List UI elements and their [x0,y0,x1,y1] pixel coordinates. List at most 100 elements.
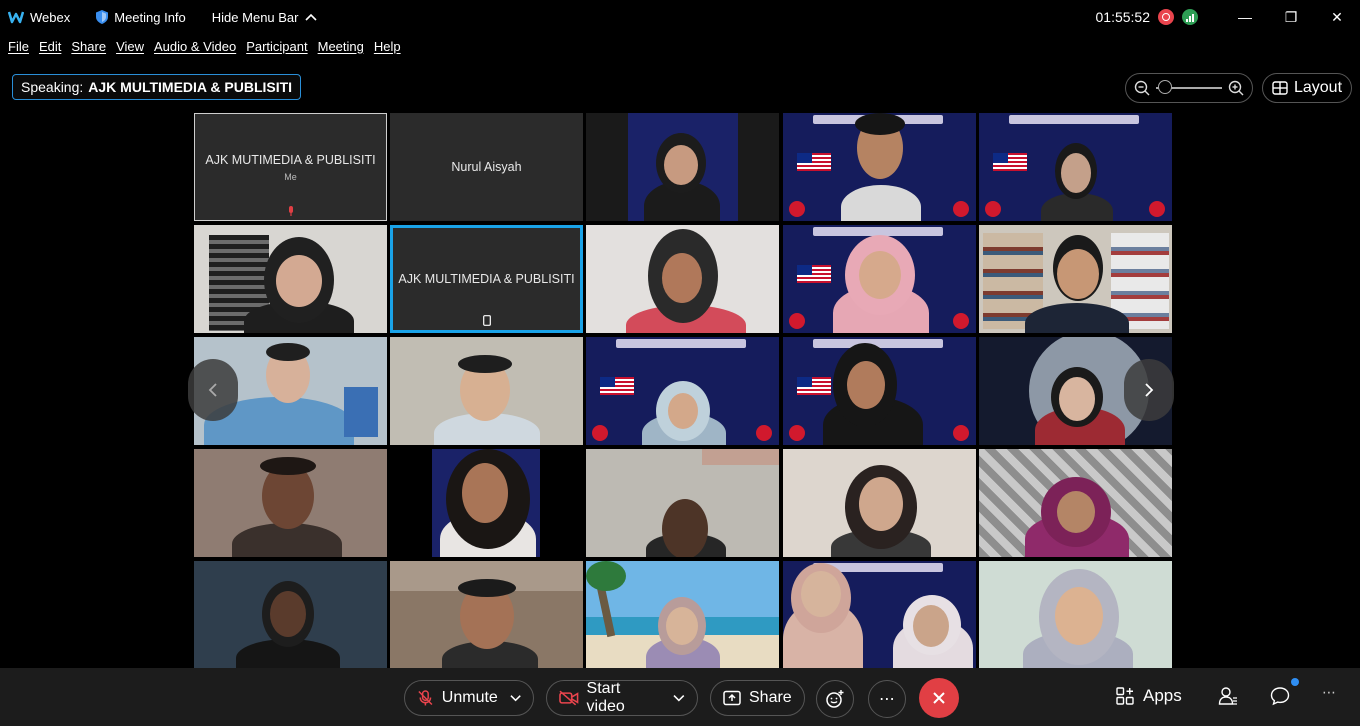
chat-button[interactable] [1270,686,1290,706]
chevron-down-icon[interactable] [673,694,685,702]
flag-image [797,377,831,395]
participant-video-tile[interactable] [783,337,976,445]
share-label: Share [749,689,792,706]
participant-video-tile[interactable] [586,337,779,445]
participant-video-tile[interactable] [194,561,387,669]
participants-icon [1218,687,1237,705]
participant-video-tile[interactable] [390,561,583,669]
participant-video-tile[interactable] [979,561,1172,669]
zoom-slider-thumb[interactable] [1158,80,1172,94]
leave-meeting-button[interactable] [919,678,959,718]
speaking-label: Speaking: [21,79,84,95]
tile-name: AJK MULTIMEDIA & PUBLISITI [398,272,575,286]
hibiscus-image [953,313,969,329]
menu-meeting[interactable]: Meeting [318,39,364,54]
minimize-button[interactable]: — [1222,0,1268,34]
webex-logo-icon [8,11,24,24]
zoom-out-icon[interactable] [1134,80,1150,96]
participant-video-tile[interactable] [783,449,976,557]
flag-image [797,265,831,283]
layout-button[interactable]: Layout [1262,73,1352,103]
network-health-icon[interactable] [1182,9,1198,25]
next-page-button[interactable] [1124,359,1174,421]
participant-video-tile[interactable] [586,449,779,557]
close-window-button[interactable]: ✕ [1314,0,1360,34]
participant-video-tile[interactable] [390,449,583,557]
active-speaker-tile[interactable]: AJK MULTIMEDIA & PUBLISITI [390,225,583,333]
participant-video-tile[interactable] [390,337,583,445]
chat-icon [1270,687,1290,706]
menu-help[interactable]: Help [374,39,401,54]
hibiscus-image [985,201,1001,217]
hibiscus-image [789,313,805,329]
menu-bar: File Edit Share View Audio & Video Parti… [0,36,411,56]
speaking-name: AJK MULTIMEDIA & PUBLISITI [88,79,293,95]
hibiscus-image [789,425,805,441]
participant-video-tile[interactable] [783,225,976,333]
recording-icon[interactable] [1158,9,1174,25]
hibiscus-image [953,425,969,441]
chat-notification-badge [1291,678,1299,686]
hibiscus-image [756,425,772,441]
participant-video-tile[interactable] [979,225,1172,333]
participant-video-tile[interactable] [586,113,779,221]
app-title: Webex [0,10,70,25]
menu-edit[interactable]: Edit [39,39,61,54]
layout-label: Layout [1293,79,1343,96]
mobile-device-icon [482,315,491,326]
meeting-timer: 01:55:52 [1095,9,1151,25]
menu-share[interactable]: Share [71,39,106,54]
restore-button[interactable]: ❐ [1268,0,1314,34]
participant-video-tile[interactable] [194,225,387,333]
share-button[interactable]: Share [710,680,805,716]
share-screen-icon [723,690,741,706]
menu-audio-video[interactable]: Audio & Video [154,39,236,54]
banner-logos [616,339,746,348]
chevron-left-icon [208,383,217,397]
participant-video-tile[interactable] [586,561,779,669]
title-bar: Webex Meeting Info Hide Menu Bar 01:55:5… [0,0,1360,34]
tile-name: AJK MUTIMEDIA & PUBLISITI [205,152,376,167]
participants-button[interactable] [1218,686,1238,706]
shield-icon [96,10,109,24]
layout-grid-icon [1272,81,1288,95]
chevron-down-icon[interactable] [510,694,521,702]
zoom-slider-control[interactable] [1125,73,1253,103]
hibiscus-image [789,201,805,217]
apps-button[interactable]: Apps [1116,686,1182,706]
tile-sub-label: Me [284,171,297,182]
zoom-in-icon[interactable] [1228,80,1244,96]
reactions-button[interactable] [816,680,854,718]
more-panels-button[interactable]: ⋯ [1322,684,1336,701]
menu-file[interactable]: File [8,39,29,54]
participant-video-tile[interactable] [979,113,1172,221]
participant-tile-nurul-aisyah[interactable]: Nurul Aisyah [390,113,583,221]
video-grid: AJK MUTIMEDIA & PUBLISITI Me Nurul Aisya… [188,113,1174,669]
previous-page-button[interactable] [188,359,238,421]
banner-logos [1009,115,1139,124]
flag-image [600,377,634,395]
apps-label: Apps [1143,686,1182,705]
hide-menu-bar-button[interactable]: Hide Menu Bar [212,10,317,25]
start-video-button[interactable]: Start video [546,680,698,716]
more-options-button[interactable]: ⋯ [868,680,906,718]
participant-video-tile[interactable] [783,113,976,221]
chevron-right-icon [1145,383,1154,397]
mic-muted-icon [288,206,293,216]
self-video-tile[interactable]: AJK MUTIMEDIA & PUBLISITI Me [194,113,387,221]
menu-view[interactable]: View [116,39,144,54]
video-off-icon [559,690,579,706]
close-icon [933,692,945,704]
participant-video-tile[interactable] [979,449,1172,557]
speaking-indicator: Speaking: AJK MULTIMEDIA & PUBLISITI [12,74,302,100]
menu-participant[interactable]: Participant [246,39,307,54]
participant-video-tile[interactable] [783,561,976,669]
zoom-slider-track[interactable] [1156,80,1222,94]
meeting-info-button[interactable]: Meeting Info [96,10,186,25]
hibiscus-image [1149,201,1165,217]
participant-video-tile[interactable] [194,449,387,557]
apps-grid-icon [1116,687,1134,705]
participant-video-tile[interactable] [586,225,779,333]
flag-image [993,153,1027,171]
unmute-button[interactable]: Unmute [404,680,534,716]
